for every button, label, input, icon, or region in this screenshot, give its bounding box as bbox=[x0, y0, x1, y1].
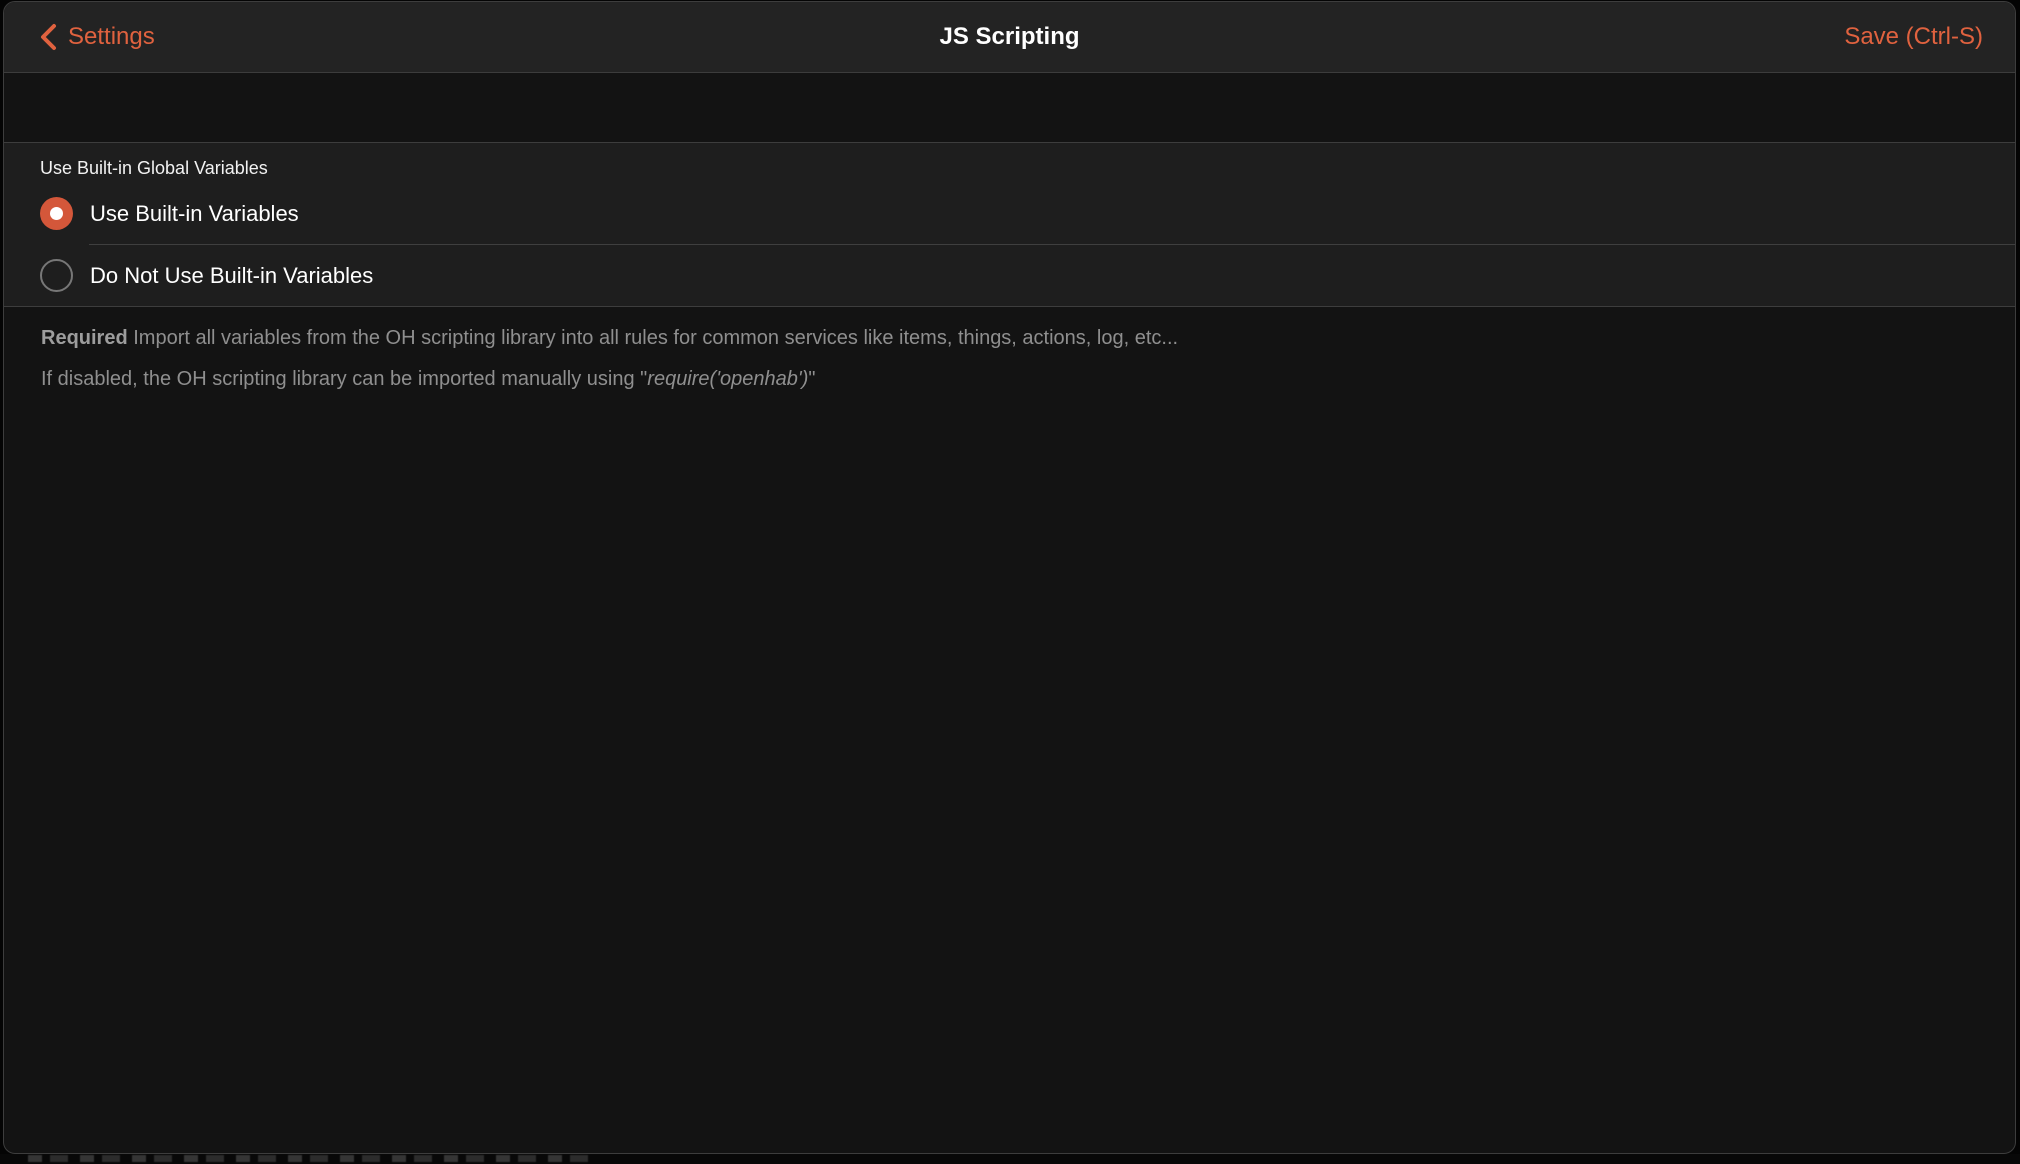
description-line-2: If disabled, the OH scripting library ca… bbox=[41, 366, 1975, 393]
chevron-left-icon bbox=[38, 22, 58, 52]
description-line-1: Required Import all variables from the O… bbox=[41, 325, 1975, 352]
option-group-label: Use Built-in Global Variables bbox=[4, 143, 2015, 183]
required-badge: Required bbox=[41, 327, 128, 349]
js-scripting-config-modal: Settings JS Scripting Save (Ctrl-S) Use … bbox=[3, 1, 2016, 1154]
back-to-settings-link[interactable]: Settings bbox=[38, 22, 155, 52]
save-button[interactable]: Save (Ctrl-S) bbox=[1844, 23, 1983, 51]
radio-button-icon[interactable] bbox=[40, 259, 73, 292]
radio-option-label: Do Not Use Built-in Variables bbox=[90, 263, 373, 289]
spacer-band bbox=[4, 73, 2015, 142]
options-card: Use Built-in Global Variables Use Built-… bbox=[4, 142, 2015, 307]
radio-option-no-builtin[interactable]: Do Not Use Built-in Variables bbox=[4, 245, 2015, 306]
radio-option-use-builtin[interactable]: Use Built-in Variables bbox=[4, 183, 2015, 244]
option-description: Required Import all variables from the O… bbox=[4, 307, 2015, 393]
navbar: Settings JS Scripting Save (Ctrl-S) bbox=[4, 2, 2015, 73]
page-title: JS Scripting bbox=[4, 23, 2015, 51]
radio-option-label: Use Built-in Variables bbox=[90, 201, 299, 227]
background-page-strip bbox=[0, 1154, 2020, 1164]
back-link-label: Settings bbox=[68, 23, 155, 51]
occluded-background-text bbox=[28, 1155, 588, 1162]
radio-button-icon[interactable] bbox=[40, 197, 73, 230]
code-snippet: require('openhab') bbox=[647, 368, 808, 390]
